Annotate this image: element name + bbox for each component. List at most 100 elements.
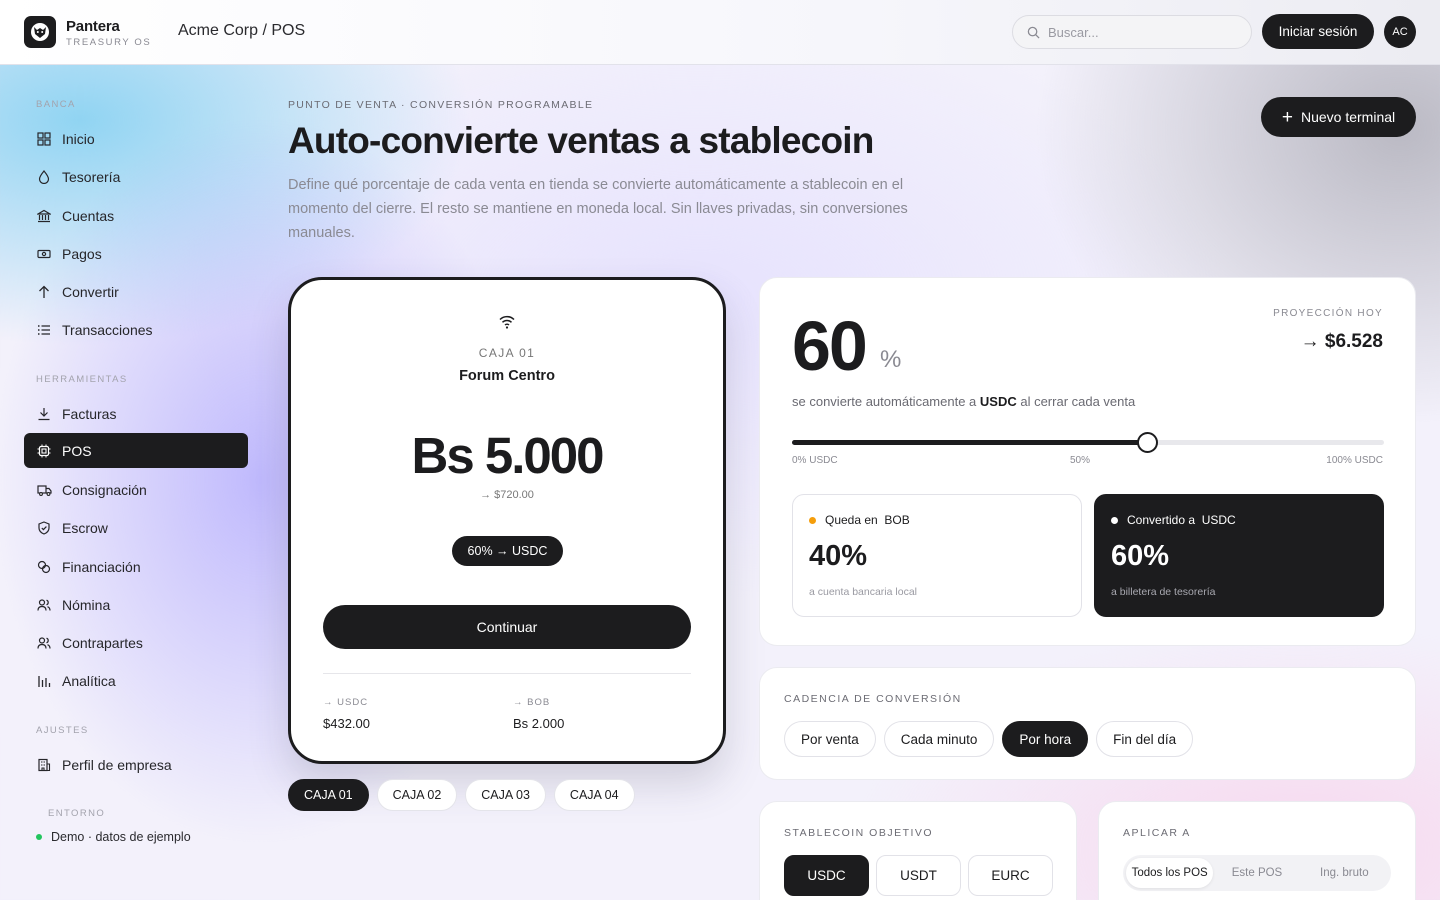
- remain-local-box: Queda en BOB 40% a cuenta bancaria local: [792, 494, 1082, 617]
- sidebar-item-analitica[interactable]: Analítica: [24, 663, 248, 698]
- status-dot: [809, 516, 816, 524]
- remain-percent: 40%: [809, 540, 868, 572]
- terminal-id: CAJA 01: [478, 346, 536, 360]
- plus-icon: +: [1281, 106, 1293, 128]
- projection-label: PROYECCIÓN HOY: [1273, 308, 1383, 319]
- drop-icon: [36, 169, 52, 185]
- sidebar-item-tesoreria[interactable]: Tesorería: [24, 159, 248, 194]
- cadence-fin-del-dia[interactable]: Fin del día: [1096, 721, 1194, 757]
- sidebar-item-consignacion[interactable]: Consignación: [24, 472, 248, 507]
- sidebar-item-escrow[interactable]: Escrow: [24, 510, 248, 545]
- sale-amount: Bs 5.000: [411, 427, 605, 484]
- sidebar-item-label: Perfil de empresa: [62, 756, 172, 773]
- pos-terminal-preview: CAJA 01 Forum Centro Bs 5.000 → $720.00 …: [288, 277, 726, 764]
- divider: [323, 673, 691, 674]
- sidebar-item-financiacion[interactable]: Financiación: [24, 549, 248, 584]
- avatar[interactable]: AC: [1384, 16, 1416, 48]
- top-bar: Pantera TREASURY OS Acme Corp / POS Inic…: [0, 0, 1440, 65]
- truck-icon: [36, 482, 52, 498]
- search-input[interactable]: [1048, 24, 1238, 40]
- tab-caja-01[interactable]: CAJA 01: [288, 779, 369, 811]
- apply-ing-bruto[interactable]: Ing. bruto: [1301, 858, 1388, 888]
- usdc-split-label: → USDC: [323, 697, 369, 708]
- cadence-por-hora[interactable]: Por hora: [1002, 721, 1089, 757]
- apply-todos-pos[interactable]: Todos los POS: [1126, 858, 1214, 888]
- terminal-tabs: CAJA 01 CAJA 02 CAJA 03 CAJA 04: [288, 779, 643, 811]
- apply-to-card: APLICAR A Todos los POS Este POS Ing. br…: [1098, 801, 1416, 900]
- sidebar-item-label: Pagos: [62, 245, 102, 262]
- users-icon: [36, 635, 52, 651]
- stablecoin-card: STABLECOIN OBJETIVO USDC USDT EURC: [759, 801, 1077, 900]
- list-icon: [36, 322, 52, 338]
- building-icon: [36, 757, 52, 773]
- conversion-card: 60 % se convierte automáticamente a USDC…: [759, 277, 1416, 646]
- sidebar-item-transacciones[interactable]: Transacciones: [24, 312, 248, 347]
- slider-mid-label: 50%: [1070, 455, 1091, 466]
- coin-usdc[interactable]: USDC: [784, 855, 869, 896]
- brand-subtitle: TREASURY OS: [66, 37, 152, 48]
- sidebar-item-pagos[interactable]: Pagos: [24, 236, 248, 271]
- slider-handle[interactable]: [1137, 432, 1159, 453]
- sidebar-item-cuentas[interactable]: Cuentas: [24, 198, 248, 233]
- remain-destination: a cuenta bancaria local: [809, 586, 917, 598]
- sidebar-item-label: POS: [62, 442, 92, 459]
- panther-logo-icon[interactable]: [24, 16, 56, 48]
- cadence-cada-minuto[interactable]: Cada minuto: [883, 721, 995, 757]
- new-terminal-button[interactable]: + Nuevo terminal: [1261, 97, 1416, 137]
- apply-to-segmented: Todos los POS Este POS Ing. bruto: [1123, 855, 1391, 891]
- continue-button[interactable]: Continuar: [323, 605, 691, 649]
- sidebar-section-banca: BANCA: [36, 99, 76, 110]
- sidebar-item-contrapartes[interactable]: Contrapartes: [24, 625, 248, 660]
- sidebar-item-label: Tesorería: [62, 168, 121, 185]
- slider-max-label: 100% USDC: [1326, 455, 1383, 466]
- apply-este-pos[interactable]: Este POS: [1213, 858, 1300, 888]
- tab-caja-02[interactable]: CAJA 02: [376, 779, 458, 811]
- sidebar-item-pos[interactable]: POS: [24, 433, 248, 468]
- converted-box: Convertido a USDC 60% a billetera de tes…: [1094, 494, 1384, 617]
- grid-icon: [36, 131, 52, 147]
- sidebar-item-label: Consignación: [62, 481, 147, 498]
- apply-to-label: APLICAR A: [1123, 827, 1191, 839]
- sidebar-item-nomina[interactable]: Nómina: [24, 587, 248, 622]
- sidebar-item-label: Facturas: [62, 405, 117, 422]
- tab-caja-03[interactable]: CAJA 03: [465, 779, 546, 811]
- coin-usdt[interactable]: USDT: [876, 855, 961, 896]
- brand-name: Pantera: [66, 18, 120, 35]
- sidebar-item-perfil-empresa[interactable]: Perfil de empresa: [24, 747, 248, 782]
- cadence-label: CADENCIA DE CONVERSIÓN: [784, 693, 962, 705]
- stablecoin-label: STABLECOIN OBJETIVO: [784, 827, 934, 839]
- sidebar-section-ajustes: AJUSTES: [36, 725, 89, 736]
- sidebar-item-label: Analítica: [62, 672, 116, 689]
- cadence-por-venta[interactable]: Por venta: [784, 721, 876, 757]
- banknote-icon: [36, 246, 52, 262]
- sidebar-item-label: Inicio: [62, 130, 95, 147]
- page-description: Define qué porcentaje de cada venta en t…: [288, 177, 908, 241]
- conversion-percent: 60: [792, 307, 868, 385]
- conversion-slider[interactable]: [792, 432, 1384, 453]
- coin-eurc[interactable]: EURC: [968, 855, 1053, 896]
- chip-icon: [36, 443, 52, 459]
- sidebar-item-convertir[interactable]: Convertir: [24, 274, 248, 309]
- search-box[interactable]: [1012, 15, 1252, 49]
- sidebar-item-label: Convertir: [62, 283, 119, 300]
- breadcrumb[interactable]: Acme Corp / POS: [178, 22, 305, 40]
- bars-icon: [36, 673, 52, 689]
- shield-icon: [36, 520, 52, 536]
- projection-value: → $6.528: [1300, 331, 1383, 352]
- tab-caja-04[interactable]: CAJA 04: [553, 779, 635, 811]
- remain-label: Queda en: [825, 513, 878, 527]
- page-title: Auto-convierte ventas a stablecoin: [288, 120, 874, 161]
- login-button[interactable]: Iniciar sesión: [1262, 14, 1374, 49]
- download-icon: [36, 406, 52, 422]
- bob-split-value: Bs 2.000: [513, 716, 565, 731]
- bank-icon: [36, 208, 52, 224]
- conversion-badge: 60% → USDC: [452, 536, 563, 566]
- sidebar-item-inicio[interactable]: Inicio: [24, 121, 248, 156]
- percent-symbol: %: [880, 346, 902, 373]
- sidebar-item-label: Cuentas: [62, 207, 115, 224]
- sale-converted-usd: → $720.00: [480, 489, 534, 501]
- usdc-split-value: $432.00: [323, 716, 370, 731]
- sidebar-item-facturas[interactable]: Facturas: [24, 396, 248, 431]
- converted-percent: 60%: [1111, 540, 1170, 572]
- arrow-up-icon: [36, 284, 52, 300]
